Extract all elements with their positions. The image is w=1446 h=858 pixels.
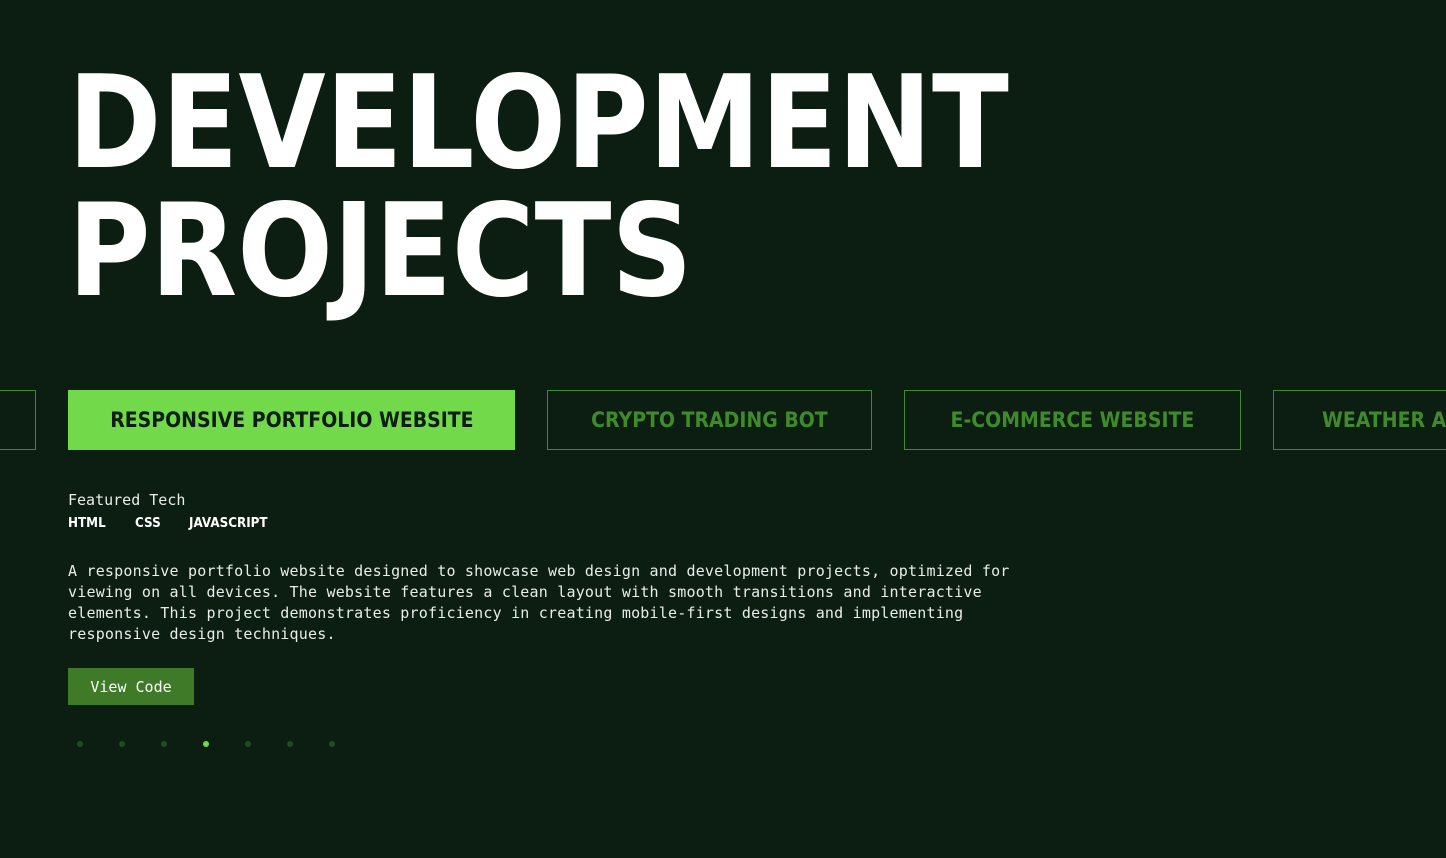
tech-item-javascript: JAVASCRIPT <box>188 516 268 531</box>
project-tab-responsive-portfolio[interactable]: RESPONSIVE PORTFOLIO WEBSITE <box>68 390 515 450</box>
pagination-dot[interactable] <box>161 741 167 747</box>
project-tab-crypto-trading-bot[interactable]: CRYPTO TRADING BOT <box>547 390 872 450</box>
featured-tech-label: Featured Tech <box>68 491 186 509</box>
tab-label: RESPONSIVE PORTFOLIO WEBSITE <box>109 408 474 432</box>
pagination-dot[interactable] <box>287 741 293 747</box>
pagination-dot[interactable] <box>77 741 83 747</box>
tech-item-css: CSS <box>134 516 161 531</box>
project-tab-previous[interactable] <box>0 390 36 450</box>
project-tab-ecommerce-website[interactable]: E-COMMERCE WEBSITE <box>904 390 1241 450</box>
project-tab-weather-app[interactable]: WEATHER A <box>1273 390 1446 450</box>
tab-label: E-COMMERCE WEBSITE <box>950 408 1195 432</box>
title-line-1: DEVELOPMENT <box>68 49 1009 198</box>
tab-label: CRYPTO TRADING BOT <box>591 408 828 432</box>
project-tabs: RESPONSIVE PORTFOLIO WEBSITE CRYPTO TRAD… <box>0 390 1446 450</box>
project-description: A responsive portfolio website designed … <box>68 562 1010 643</box>
page-title: DEVELOPMENT PROJECTS <box>68 60 1009 316</box>
view-code-button[interactable]: View Code <box>68 668 194 705</box>
tech-list: HTML CSS JAVASCRIPT <box>68 515 300 533</box>
pagination-dot[interactable] <box>245 741 251 747</box>
title-line-2: PROJECTS <box>68 177 693 326</box>
pagination-dot[interactable] <box>203 741 209 747</box>
pagination-dot[interactable] <box>329 741 335 747</box>
tech-item-html: HTML <box>68 516 106 531</box>
tab-label: WEATHER A <box>1322 408 1446 432</box>
pagination-dot[interactable] <box>119 741 125 747</box>
